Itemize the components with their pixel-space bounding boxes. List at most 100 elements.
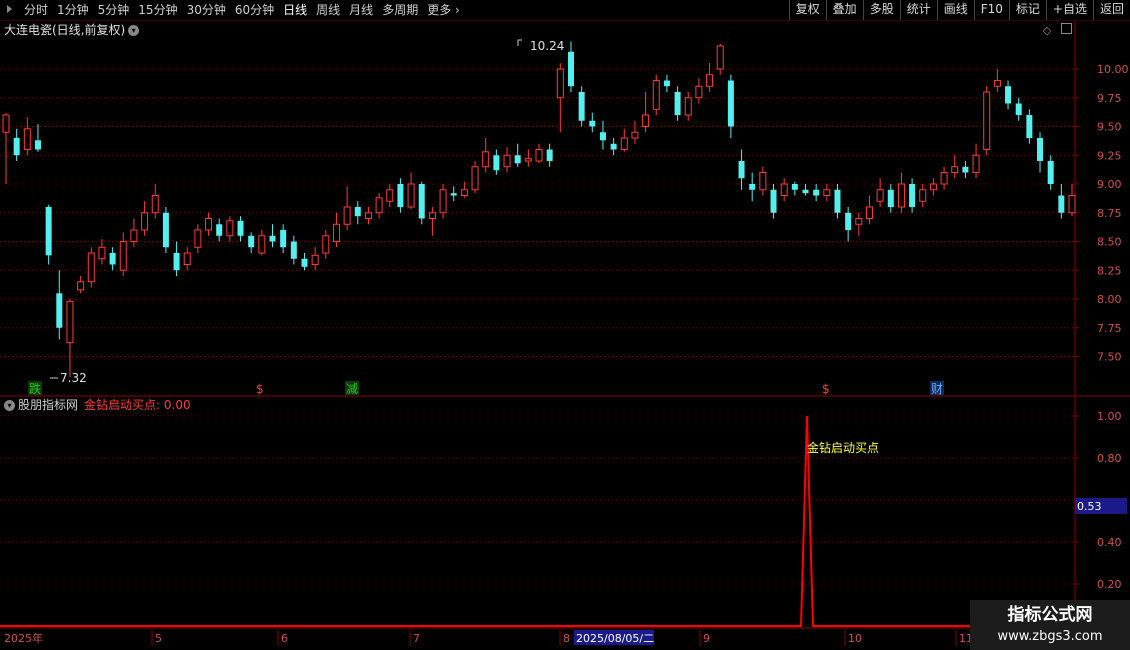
diamond-icon[interactable]: ◇ — [1043, 24, 1051, 37]
candle — [450, 186, 457, 202]
event-marker-reduce[interactable]: 减 — [346, 382, 358, 396]
candle — [439, 184, 447, 219]
date-tick: 9 — [703, 632, 710, 645]
indicator-tick: 0.20 — [1097, 578, 1122, 591]
candle — [951, 155, 959, 179]
candle — [237, 216, 244, 242]
candle — [983, 86, 991, 156]
event-markers: 跌 $ 减 $ 财 — [28, 381, 944, 396]
candle — [897, 172, 905, 213]
candle — [749, 172, 756, 202]
candle — [56, 270, 63, 340]
candle — [620, 128, 628, 152]
candle — [248, 232, 255, 253]
price-tick: 8.75 — [1097, 207, 1122, 220]
candle — [578, 86, 585, 127]
candle — [354, 201, 361, 225]
candle — [546, 143, 553, 167]
candle — [556, 63, 564, 133]
candle — [183, 247, 191, 271]
watermark-url: www.zbgs3.com — [997, 629, 1103, 644]
candle — [993, 69, 1001, 92]
candle — [535, 143, 543, 164]
price-tick: 8.00 — [1097, 293, 1122, 306]
candle — [834, 184, 841, 219]
watermark: 指标公式网 www.zbgs3.com — [970, 600, 1130, 650]
candle — [759, 166, 767, 196]
candle — [130, 218, 138, 248]
date-axis: 2025年 5 6 7 8 2025/08/05/二 9 10 11 — [4, 630, 973, 646]
candle — [2, 112, 10, 184]
indicator-series — [0, 415, 1075, 627]
chevron-down-icon[interactable]: ▾ — [128, 25, 140, 36]
event-marker-drop[interactable]: 跌 — [29, 381, 41, 396]
candle — [652, 74, 660, 115]
candle — [280, 224, 287, 253]
candle — [802, 184, 809, 196]
candle — [727, 74, 734, 138]
indicator-tick: 0.80 — [1097, 452, 1122, 465]
candle — [332, 212, 340, 248]
candle — [940, 166, 948, 190]
candle — [887, 184, 894, 213]
price-tick: 9.50 — [1097, 121, 1122, 134]
candle — [1047, 155, 1054, 190]
date-tick: 2025年 — [4, 631, 43, 645]
candle — [780, 178, 788, 202]
indicator-source[interactable]: 股朋指标网 — [18, 398, 78, 412]
candle — [738, 149, 745, 190]
candle — [98, 239, 106, 265]
event-marker-finance[interactable]: 财 — [931, 382, 943, 396]
candle — [482, 138, 490, 173]
candle — [258, 230, 266, 256]
candle — [311, 247, 319, 271]
window-icon[interactable] — [1061, 23, 1072, 34]
candle — [1058, 184, 1065, 219]
candle — [375, 193, 383, 219]
chevron-down-icon[interactable]: ▾ — [4, 400, 15, 411]
candle — [524, 149, 532, 167]
candle — [301, 253, 308, 271]
date-tick: 8 — [563, 632, 570, 645]
candle — [567, 41, 574, 92]
price-tick: 7.75 — [1097, 322, 1122, 335]
date-tick: 5 — [155, 632, 162, 645]
candle — [503, 147, 511, 173]
price-tick: 9.25 — [1097, 149, 1122, 162]
candle — [119, 232, 127, 276]
candle — [226, 216, 234, 242]
signal-label: 金钻启动买点 — [807, 440, 879, 455]
candle — [770, 184, 777, 219]
stock-title: 大连电瓷(日线,前复权) ▾ — [4, 22, 140, 38]
candle — [428, 207, 436, 236]
indicator-title: ▾ 股朋指标网 金钻启动买点: 0.00 — [4, 398, 191, 412]
stock-title-text: 大连电瓷(日线,前复权) — [4, 23, 126, 37]
candle — [173, 241, 180, 276]
price-tick: 10.00 — [1097, 63, 1129, 76]
indicator-tick: 1.00 — [1097, 410, 1122, 423]
candle — [642, 92, 650, 133]
high-annotation: 10.24 — [517, 39, 564, 53]
candle — [151, 184, 159, 219]
kline-chart[interactable]: 10.00 9.75 9.50 9.25 9.00 8.75 8.50 8.25 8.00 7.7… — [0, 0, 1130, 650]
watermark-title: 指标公式网 — [1007, 605, 1093, 625]
candle — [813, 184, 820, 202]
candle — [322, 230, 330, 259]
indicator-line — [0, 415, 1075, 627]
candle — [706, 63, 714, 92]
candle — [407, 172, 415, 210]
candle — [716, 43, 724, 75]
current-value-box: 0.53 — [1075, 498, 1127, 514]
event-marker-dividend-2[interactable]: $ — [822, 382, 830, 396]
current-value: 0.53 — [1077, 500, 1102, 513]
candle — [589, 112, 596, 133]
price-tick: 9.75 — [1097, 92, 1122, 105]
candle — [471, 161, 479, 194]
candle — [1068, 184, 1076, 217]
candle — [631, 120, 639, 144]
candle — [87, 247, 95, 288]
candle — [364, 207, 372, 225]
candlestick-series — [2, 41, 1076, 378]
candle — [23, 117, 31, 156]
event-marker-dividend[interactable]: $ — [256, 382, 264, 396]
